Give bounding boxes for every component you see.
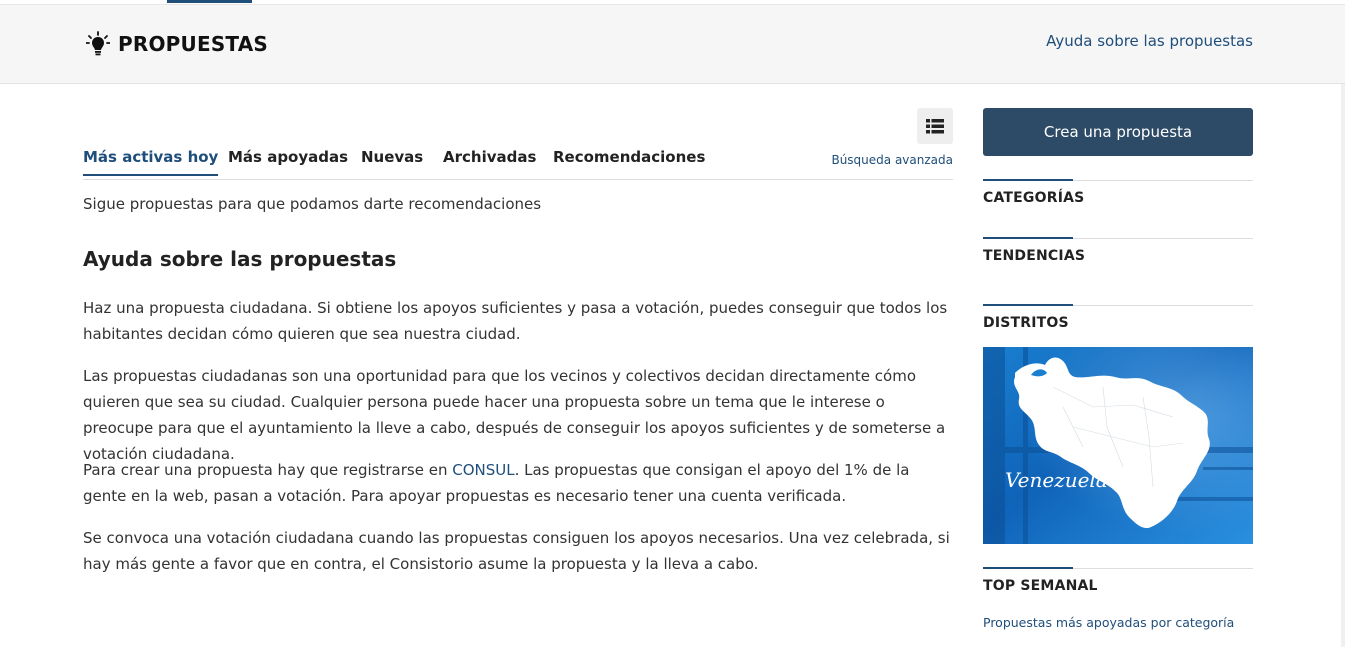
consul-link[interactable]: CONSUL [452, 461, 514, 479]
list-view-icon [926, 118, 944, 133]
help-paragraph-4: Se convoca una votación ciudadana cuando… [83, 529, 950, 573]
page-header: PROPUESTAS Ayuda sobre las propuestas [0, 5, 1345, 84]
top-weekly-heading: TOP SEMANAL [983, 578, 1098, 594]
view-mode-toggle[interactable] [917, 108, 953, 144]
proposal-tabs: Más activas hoy Más apoyadas Nuevas Arch… [83, 144, 953, 180]
section-accent [983, 179, 1073, 181]
help-paragraph-2: Las propuestas ciudadanas son una oportu… [83, 367, 946, 463]
create-proposal-button[interactable]: Crea una propuesta [983, 108, 1253, 156]
venezuela-map-image: Venezuela [983, 347, 1253, 544]
sidebar-districts: DISTRITOS [983, 304, 1253, 331]
sidebar-top-weekly: TOP SEMANAL [983, 567, 1253, 594]
advanced-search-link[interactable]: Búsqueda avanzada [831, 153, 953, 167]
lightbulb-icon [86, 31, 110, 56]
page-title: PROPUESTAS [118, 32, 268, 56]
map-label: Venezuela [1005, 468, 1108, 492]
help-paragraph-3: Para crear una propuesta hay que registr… [83, 457, 953, 509]
section-accent [983, 567, 1073, 569]
follow-proposals-text: Sigue propuestas para que podamos darte … [83, 195, 542, 213]
tab-most-active[interactable]: Más activas hoy [83, 148, 219, 176]
top-weekly-link[interactable]: Propuestas más apoyadas por categoría [983, 615, 1234, 630]
section-accent [983, 304, 1073, 306]
tab-new[interactable]: Nuevas [361, 148, 423, 174]
tab-archived[interactable]: Archivadas [443, 148, 536, 174]
tab-recommendations[interactable]: Recomendaciones [553, 148, 705, 174]
trends-heading: TENDENCIAS [983, 248, 1086, 264]
help-proposals-link[interactable]: Ayuda sobre las propuestas [1046, 32, 1253, 50]
help-paragraph-3-start: Para crear una propuesta hay que registr… [83, 461, 453, 479]
tab-most-supported[interactable]: Más apoyadas [228, 148, 348, 174]
districts-map[interactable]: Venezuela [983, 347, 1253, 544]
help-section-title: Ayuda sobre las propuestas [83, 247, 397, 271]
page-title-group: PROPUESTAS [86, 31, 268, 57]
sidebar-categories: CATEGORÍAS [983, 179, 1253, 206]
districts-heading: DISTRITOS [983, 315, 1069, 331]
top-nav-active-indicator [167, 0, 252, 3]
section-accent [983, 237, 1073, 239]
scrollbar[interactable] [1341, 84, 1345, 647]
help-paragraph-1: Haz una propuesta ciudadana. Si obtiene … [83, 299, 948, 343]
categories-heading: CATEGORÍAS [983, 190, 1085, 206]
sidebar-trends: TENDENCIAS [983, 237, 1253, 264]
